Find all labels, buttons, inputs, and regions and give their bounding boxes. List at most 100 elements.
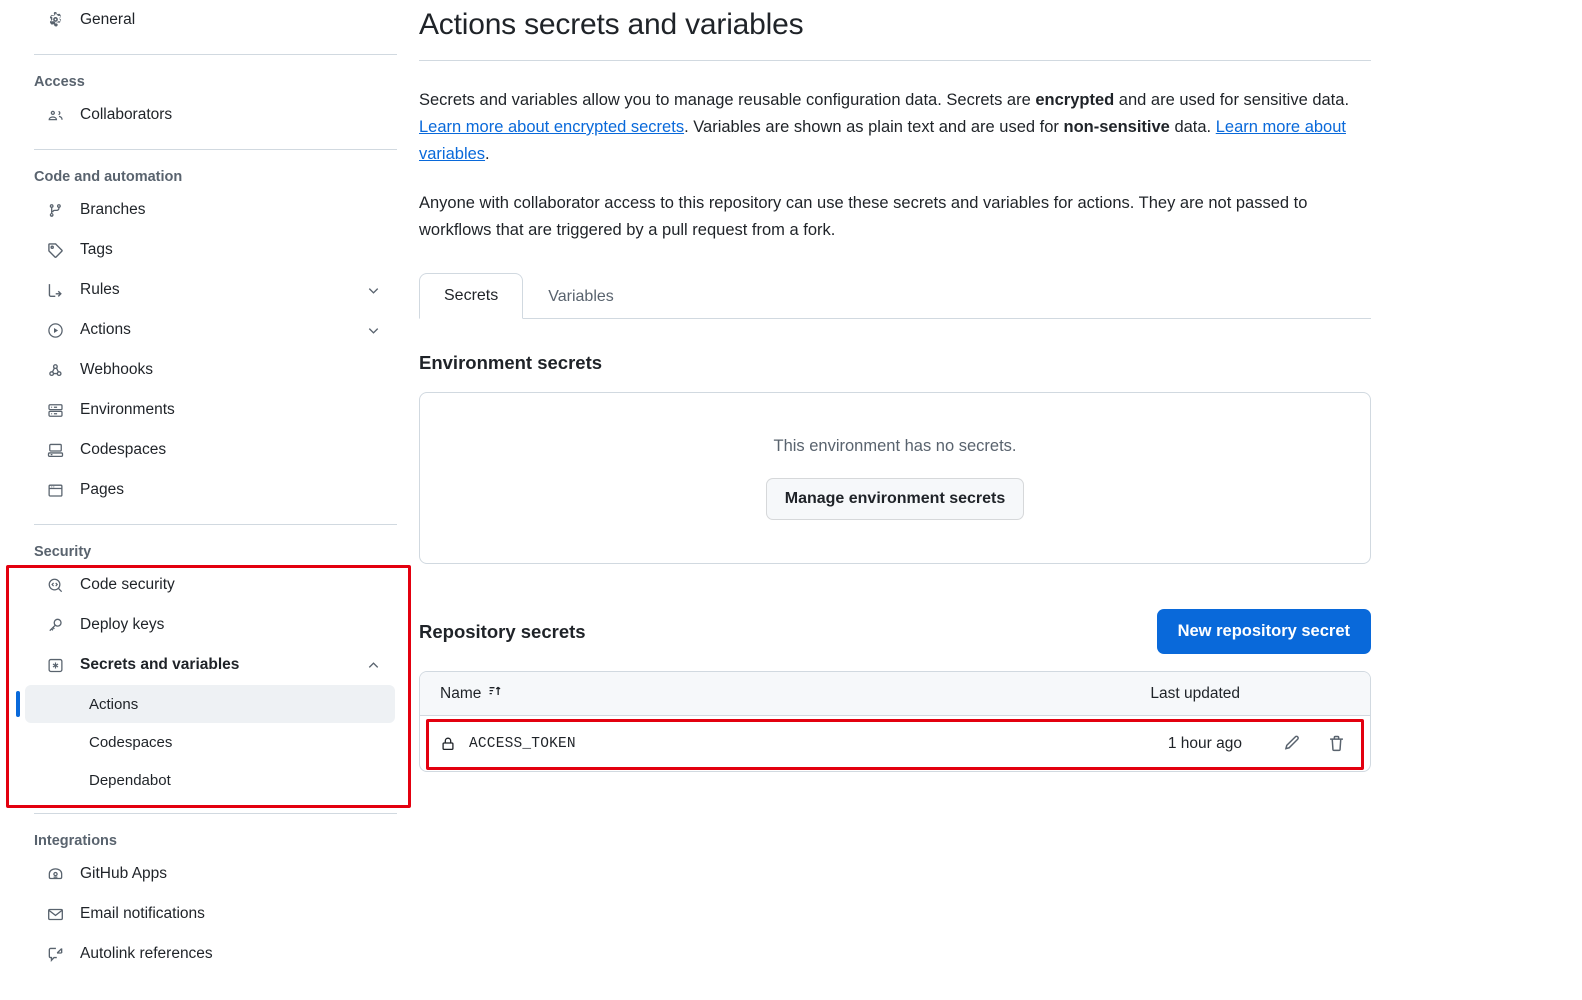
manage-environment-secrets-button[interactable]: Manage environment secrets [765, 477, 1025, 520]
codespaces-icon [46, 441, 64, 459]
sidebar-divider [34, 813, 397, 814]
sidebar-divider [34, 54, 397, 55]
external-link-icon [46, 945, 64, 963]
tab-secrets[interactable]: Secrets [419, 273, 524, 319]
environment-secrets-empty-text: This environment has no secrets. [773, 436, 1017, 455]
sidebar-item-tags[interactable]: Tags [16, 230, 395, 270]
git-branch-icon [46, 201, 64, 219]
desc1-bold2: non-sensitive [1063, 118, 1170, 136]
environment-secrets-empty-card: This environment has no secrets. Manage … [419, 392, 1371, 564]
sidebar-item-label: Tags [80, 241, 113, 258]
sidebar-divider [34, 149, 397, 150]
tag-icon [46, 241, 64, 259]
sidebar-item-webhooks[interactable]: Webhooks [16, 350, 395, 390]
sidebar-subitem-label: Actions [89, 695, 139, 713]
sidebar-item-label: Deploy keys [80, 616, 165, 633]
sidebar-divider [34, 524, 397, 525]
trash-icon[interactable] [1327, 734, 1346, 753]
sidebar-item-github-apps[interactable]: GitHub Apps [16, 854, 395, 894]
webhook-icon [46, 361, 64, 379]
sidebar-item-environments[interactable]: Environments [16, 390, 395, 430]
desc1-part1: Secrets and variables allow you to manag… [419, 91, 1036, 109]
column-header-last-updated: Last updated [1150, 684, 1240, 702]
sidebar-item-branches[interactable]: Branches [16, 190, 395, 230]
desc1-part4: data. [1169, 118, 1216, 136]
settings-page: General Access Collaborators Code and au… [0, 0, 1582, 1000]
secrets-variables-tabs: Secrets Variables [419, 273, 1371, 319]
sidebar-item-actions[interactable]: Actions [16, 310, 395, 350]
table-header-row: Name Last updated [420, 672, 1370, 716]
desc1-part3: . Variables are shown as plain text and … [684, 118, 1064, 136]
code-scan-icon [46, 576, 64, 594]
title-divider [419, 60, 1371, 61]
sidebar-item-email-notifications[interactable]: Email notifications [16, 894, 395, 934]
sidebar-item-label: Autolink references [80, 945, 213, 962]
new-repository-secret-button[interactable]: New repository secret [1156, 609, 1371, 654]
sidebar-subitem-dependabot[interactable]: Dependabot [25, 761, 395, 799]
sidebar-item-rules[interactable]: Rules [16, 270, 395, 310]
sidebar-subitem-label: Dependabot [89, 771, 171, 789]
desc1-part2: and are used for sensitive data. [1114, 91, 1350, 109]
sidebar-item-label: Code security [80, 576, 175, 593]
key-icon [46, 616, 64, 634]
sidebar-item-secrets-and-variables[interactable]: Secrets and variables [16, 645, 395, 685]
description-paragraph-2: Anyone with collaborator access to this … [419, 194, 1308, 239]
desc1-bold1: encrypted [1035, 91, 1115, 109]
sidebar-group-integrations: Integrations [34, 833, 117, 849]
play-circle-icon [46, 321, 64, 339]
sidebar-item-deploy-keys[interactable]: Deploy keys [16, 605, 395, 645]
sidebar-subitem-actions[interactable]: Actions [25, 685, 395, 723]
sidebar-subitem-label: Codespaces [89, 733, 173, 751]
sidebar-item-label: Branches [80, 201, 146, 218]
page-title: Actions secrets and variables [419, 8, 804, 41]
sidebar-subitem-codespaces[interactable]: Codespaces [25, 723, 395, 761]
secret-name: ACCESS_TOKEN [469, 735, 576, 752]
pencil-icon[interactable] [1282, 734, 1301, 753]
chevron-down-icon[interactable] [366, 283, 381, 298]
sidebar-item-label: GitHub Apps [80, 865, 168, 882]
main-content: Actions secrets and variables Secrets an… [411, 0, 1582, 1000]
sidebar-item-label: Pages [80, 481, 124, 498]
sidebar-group-access: Access [34, 74, 85, 90]
selected-indicator-bar [16, 691, 20, 717]
secret-last-updated: 1 hour ago [1167, 734, 1242, 752]
repository-secrets-heading: Repository secrets [419, 620, 586, 642]
column-header-name[interactable]: Name [440, 684, 502, 703]
sidebar-item-label: Environments [80, 401, 175, 418]
sidebar-item-label: General [80, 11, 136, 28]
sidebar-item-label: Actions [80, 321, 131, 338]
gear-icon [46, 11, 64, 29]
sidebar-item-label: Email notifications [80, 905, 205, 922]
sidebar-item-pages[interactable]: Pages [16, 470, 395, 510]
browser-icon [46, 481, 64, 499]
sidebar-item-label: Codespaces [80, 441, 167, 458]
row-action-buttons [1282, 734, 1346, 753]
lock-icon [440, 736, 456, 752]
desc1-part5: . [485, 145, 490, 163]
sidebar-item-autolink-references[interactable]: Autolink references [16, 934, 395, 974]
sidebar-group-security: Security [34, 544, 92, 560]
sidebar-item-label: Webhooks [80, 361, 153, 378]
table-row[interactable]: ACCESS_TOKEN 1 hour ago [420, 716, 1370, 771]
sidebar-item-label: Rules [80, 281, 120, 298]
column-header-name-label: Name [440, 684, 482, 702]
people-icon [46, 106, 64, 124]
sidebar-item-general[interactable]: General [16, 0, 395, 40]
sidebar-item-label: Secrets and variables [80, 656, 240, 673]
sort-ascending-icon[interactable] [488, 684, 502, 703]
sidebar-item-codespaces[interactable]: Codespaces [16, 430, 395, 470]
learn-more-encrypted-secrets-link[interactable]: Learn more about encrypted secrets [419, 118, 684, 136]
settings-sidebar: General Access Collaborators Code and au… [0, 0, 411, 1000]
server-icon [46, 401, 64, 419]
repository-secrets-header-row: Repository secrets New repository secret [419, 609, 1371, 654]
chevron-down-icon[interactable] [366, 323, 381, 338]
tab-variables[interactable]: Variables [523, 274, 639, 319]
sidebar-item-label: Collaborators [80, 106, 173, 123]
github-apps-icon [46, 865, 64, 883]
mail-icon [46, 905, 64, 923]
chevron-up-icon[interactable] [366, 658, 381, 673]
sidebar-item-code-security[interactable]: Code security [16, 565, 395, 605]
sidebar-item-collaborators[interactable]: Collaborators [16, 95, 395, 135]
sidebar-group-code-automation: Code and automation [34, 169, 183, 185]
description-paragraph-1: Secrets and variables allow you to manag… [419, 87, 1371, 168]
